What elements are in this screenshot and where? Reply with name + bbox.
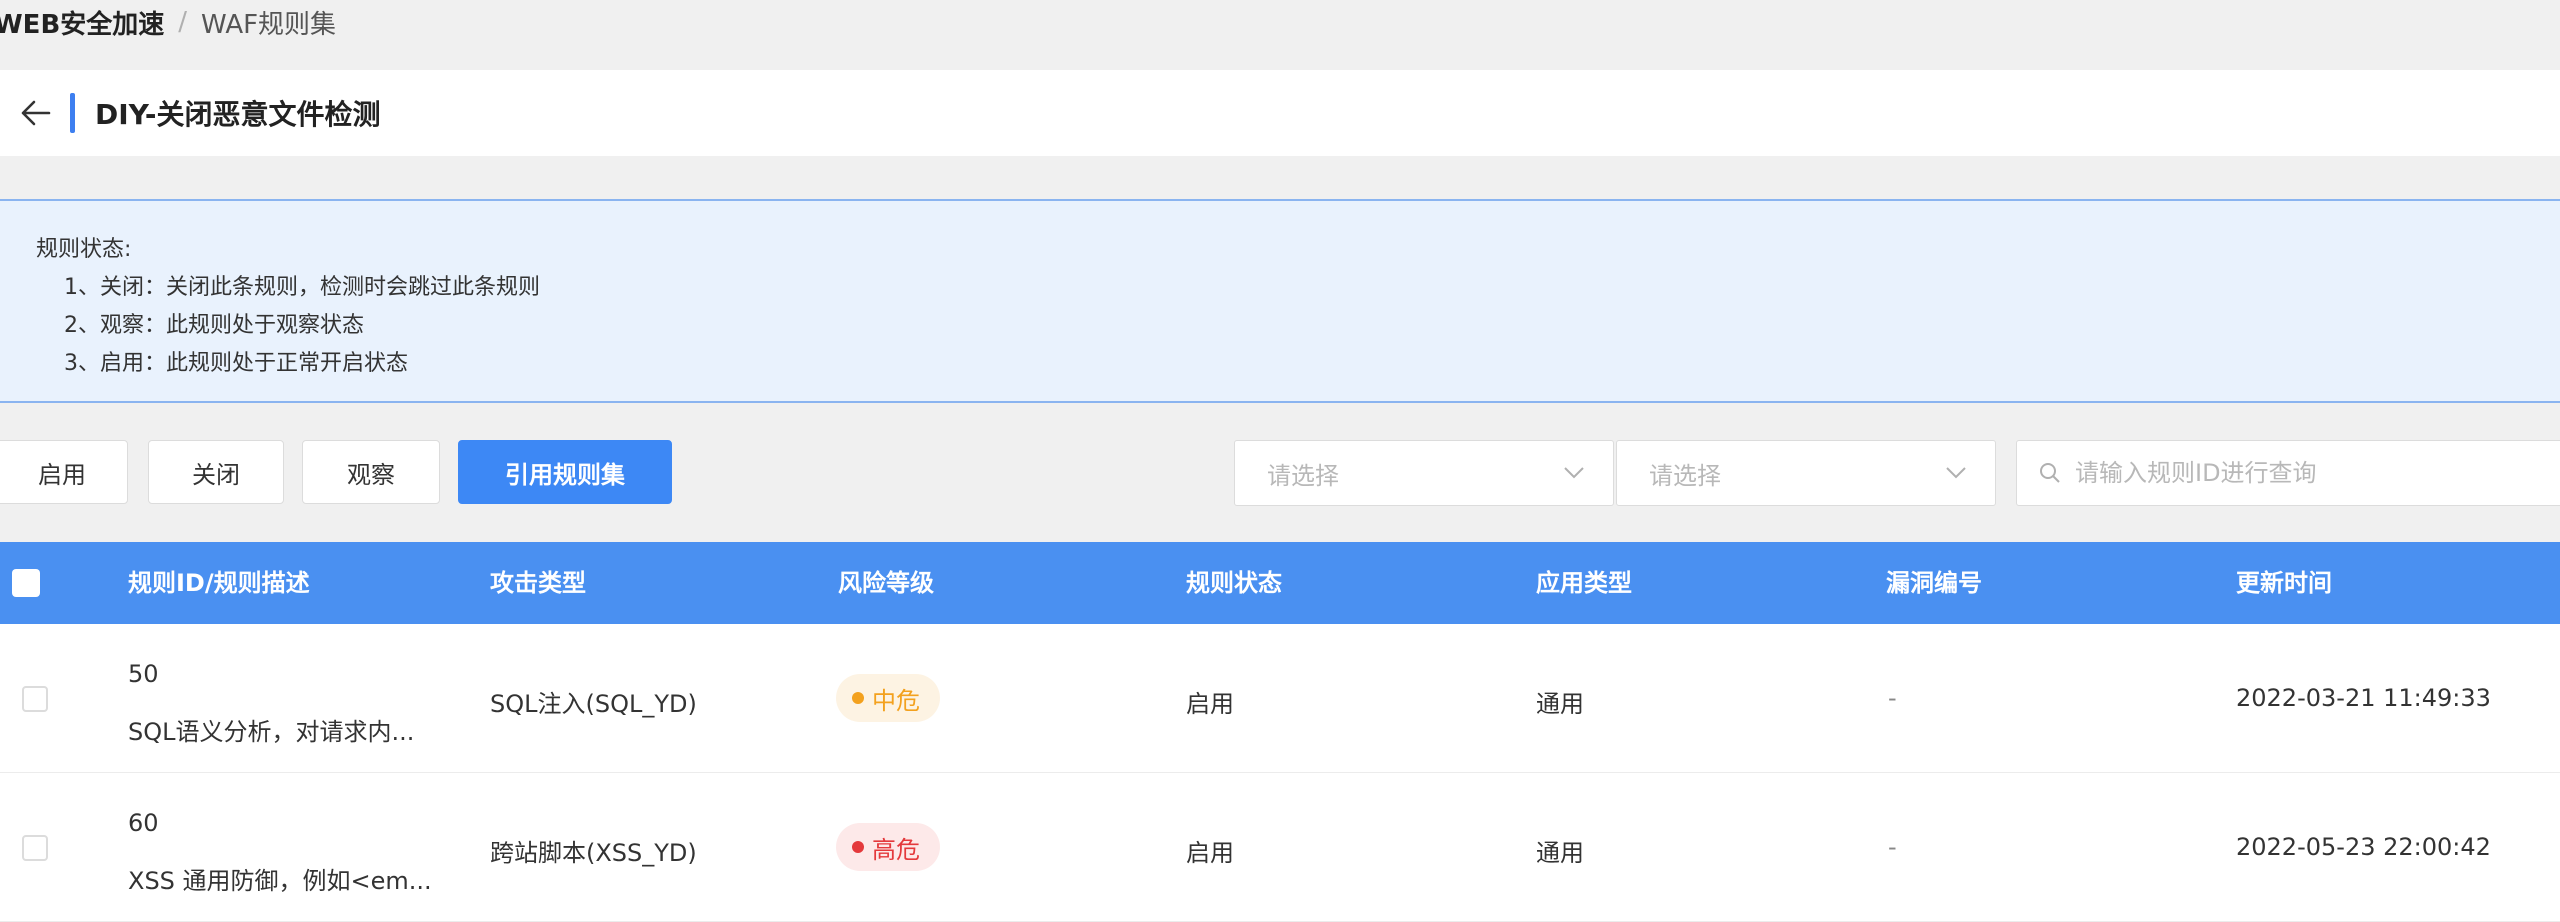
rule-id: 60 — [128, 809, 159, 837]
risk-badge: 中危 — [836, 674, 940, 722]
risk-dot-icon — [852, 841, 864, 853]
select-placeholder: 请选择 — [1267, 461, 1339, 490]
table-header: 规则ID/规则描述 攻击类型 风险等级 规则状态 应用类型 漏洞编号 更新时间 — [0, 542, 2560, 624]
column-header: 规则ID/规则描述 — [128, 569, 310, 597]
risk-label: 高危 — [872, 835, 920, 864]
notice-line: 2、观察：此规则处于观察状态 — [64, 313, 364, 338]
breadcrumb-root-link[interactable]: WEB安全加速 — [0, 4, 164, 41]
breadcrumb-separator: / — [178, 7, 188, 37]
table-row: 50 SQL语义分析，对请求内... SQL注入(SQL_YD) 中危 启用 通… — [0, 624, 2560, 773]
select-all-checkbox[interactable] — [12, 569, 40, 597]
rule-id: 50 — [128, 660, 159, 688]
risk-dot-icon — [852, 692, 864, 704]
chevron-down-icon — [1946, 467, 1966, 479]
rule-status: 启用 — [1186, 690, 1234, 718]
rule-description: XSS 通用防御，例如<em... — [128, 867, 432, 895]
breadcrumb-current: WAF规则集 — [201, 9, 337, 40]
import-ruleset-button[interactable]: 引用规则集 — [458, 440, 672, 504]
title-accent-bar — [70, 93, 75, 133]
vuln-id: - — [1888, 684, 1897, 712]
table-row: 60 XSS 通用防御，例如<em... 跨站脚本(XSS_YD) 高危 启用 … — [0, 773, 2560, 922]
update-time: 2022-03-21 11:49:33 — [2236, 684, 2491, 712]
back-button[interactable] — [16, 93, 56, 133]
attack-type: 跨站脚本(XSS_YD) — [490, 839, 697, 867]
rule-id-search[interactable] — [2016, 440, 2560, 506]
attack-type-select[interactable]: 请选择 — [1234, 440, 1614, 506]
app-type: 通用 — [1536, 690, 1584, 718]
close-button[interactable]: 关闭 — [148, 440, 284, 504]
app-type: 通用 — [1536, 839, 1584, 867]
rule-description: SQL语义分析，对请求内... — [128, 718, 415, 746]
column-header: 攻击类型 — [490, 569, 586, 597]
notice-title: 规则状态: — [36, 237, 132, 262]
enable-button[interactable]: 启用 — [0, 440, 128, 504]
breadcrumb: WEB安全加速 / WAF规则集 — [0, 0, 336, 44]
search-input[interactable] — [2073, 458, 2537, 488]
risk-badge: 高危 — [836, 823, 940, 871]
column-header: 更新时间 — [2236, 569, 2332, 597]
observe-button[interactable]: 观察 — [302, 440, 440, 504]
arrow-left-icon — [21, 100, 51, 126]
page-title: DIY-关闭恶意文件检测 — [95, 98, 381, 131]
column-header: 漏洞编号 — [1886, 569, 1982, 597]
column-header: 风险等级 — [838, 569, 934, 597]
rule-status-notice: 规则状态: 1、关闭：关闭此条规则，检测时会跳过此条规则 2、观察：此规则处于观… — [0, 199, 2560, 403]
risk-level-select[interactable]: 请选择 — [1616, 440, 1996, 506]
row-checkbox[interactable] — [22, 835, 48, 861]
page-header: DIY-关闭恶意文件检测 — [0, 70, 2560, 156]
vuln-id: - — [1888, 833, 1897, 861]
rule-status: 启用 — [1186, 839, 1234, 867]
select-placeholder: 请选择 — [1649, 461, 1721, 490]
update-time: 2022-05-23 22:00:42 — [2236, 833, 2491, 861]
row-checkbox[interactable] — [22, 686, 48, 712]
search-icon — [2040, 463, 2060, 483]
notice-line: 3、启用：此规则处于正常开启状态 — [64, 351, 408, 376]
risk-label: 中危 — [872, 686, 920, 715]
chevron-down-icon — [1564, 467, 1584, 479]
column-header: 应用类型 — [1536, 569, 1632, 597]
attack-type: SQL注入(SQL_YD) — [490, 690, 697, 718]
notice-line: 1、关闭：关闭此条规则，检测时会跳过此条规则 — [64, 275, 540, 300]
column-header: 规则状态 — [1186, 569, 1282, 597]
